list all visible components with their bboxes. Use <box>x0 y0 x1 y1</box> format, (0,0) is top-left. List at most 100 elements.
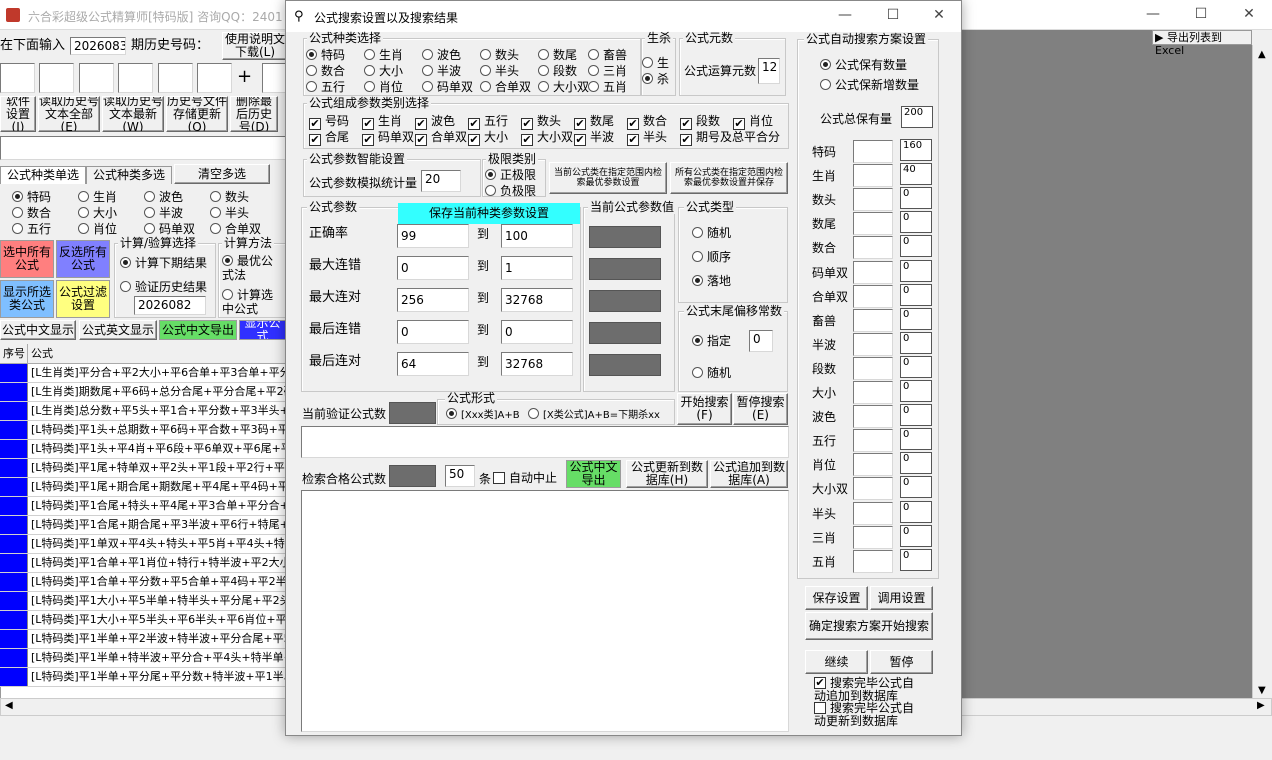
comp-option-checkbox[interactable]: ✔ 段数 <box>680 114 720 130</box>
count-limit-input[interactable]: 50 <box>445 465 475 487</box>
period-input[interactable]: 2026083 <box>70 37 126 55</box>
append-database-button[interactable]: 公式追加到数据库(A) <box>710 460 788 488</box>
dialog-maximize-icon[interactable]: ☐ <box>870 1 916 31</box>
plan-item-value[interactable]: 0 <box>900 428 932 451</box>
tail-fixed-radio[interactable]: 指定 <box>692 334 731 348</box>
plan-item-input[interactable] <box>853 284 893 308</box>
plan-item-value[interactable]: 0 <box>900 355 932 378</box>
param-from-input[interactable]: 0 <box>397 320 469 344</box>
plan-item-input[interactable] <box>853 140 893 163</box>
show-kind-formula-button[interactable]: 显示所选类公式 <box>0 280 54 318</box>
kind-option-radio[interactable]: 数合 <box>306 64 345 78</box>
plan-item-input[interactable] <box>853 429 893 453</box>
type-order-radio[interactable]: 顺序 <box>692 250 731 264</box>
plan-item-value[interactable]: 0 <box>900 380 932 402</box>
kind-radio-bantou[interactable]: 半头 <box>210 206 249 220</box>
plan-item-value[interactable]: 0 <box>900 404 932 427</box>
plan-item-input[interactable] <box>853 308 893 332</box>
kind-option-radio[interactable]: 生肖 <box>364 48 403 62</box>
verify-history-radio[interactable]: 验证历史结果 <box>120 280 207 294</box>
tail-random-radio[interactable]: 随机 <box>692 366 731 380</box>
plan-item-input[interactable] <box>853 332 893 356</box>
plan-item-value[interactable]: 0 <box>900 307 932 330</box>
save-settings-button[interactable]: 保存设置 <box>805 586 868 610</box>
kind-option-radio[interactable]: 半波 <box>422 64 461 78</box>
kind-option-radio[interactable]: 特码 <box>306 48 345 62</box>
table-row[interactable]: 194[L特码类]平1合单+平1肖位+特行+特半波+平2大小+平5 <box>0 554 286 573</box>
plan-item-value[interactable]: 0 <box>900 548 932 571</box>
pause-button[interactable]: 暂停 <box>870 650 933 674</box>
vertical-scrollbar[interactable]: ▲ ▼ <box>1252 45 1272 698</box>
table-row[interactable]: 191[L特码类]平1合尾+特头+平4尾+平3合单+平分合+期合尾 <box>0 497 286 516</box>
plan-item-input[interactable] <box>853 453 893 477</box>
plan-item-input[interactable] <box>853 356 893 380</box>
verify-period-input[interactable]: 2026082 <box>134 296 206 315</box>
kind-option-radio[interactable]: 合单双 <box>480 80 531 94</box>
positive-limit-radio[interactable]: 正极限 <box>485 168 536 182</box>
kind-radio-banbo[interactable]: 半波 <box>144 206 183 220</box>
table-row[interactable]: 190[L特码类]平1尾+期合尾+期数尾+平4尾+平4码+平4码+ <box>0 478 286 497</box>
export-chinese-button[interactable]: 公式中文导出 <box>566 460 621 488</box>
kind-option-radio[interactable]: 段数 <box>538 64 577 78</box>
plan-item-value[interactable]: 40 <box>900 163 932 186</box>
smart-value-input[interactable]: 20 <box>421 170 461 192</box>
plan-item-input[interactable] <box>853 477 893 501</box>
best-formula-radio[interactable]: 最优公式法 <box>222 254 284 282</box>
export-excel-button[interactable]: ▶ 导出列表到Excel <box>1152 30 1252 57</box>
table-row[interactable]: 188[L特码类]平1头+平4肖+平6段+平6单双+平6尾+平6尾+ <box>0 440 286 459</box>
formula-english-display-button[interactable]: 公式英文显示 <box>79 320 157 340</box>
comp-option-checkbox[interactable]: ✔ 波色 <box>415 114 455 130</box>
kind-radio-xiaowei[interactable]: 肖位 <box>78 222 117 236</box>
form-x-radio[interactable]: [X类公式]A+B=下期杀xx <box>528 408 660 423</box>
elem-count-input[interactable]: 12 <box>758 58 780 84</box>
kind-option-radio[interactable]: 五行 <box>306 80 345 94</box>
comp-option-checkbox[interactable]: ✔ 期号及总平合分 <box>680 130 780 146</box>
comp-option-checkbox[interactable]: ✔ 合单双 <box>415 130 467 146</box>
plan-item-value[interactable]: 0 <box>900 476 932 499</box>
formula-filter-button[interactable]: 公式过滤设置 <box>56 280 110 318</box>
kind-option-radio[interactable]: 三肖 <box>588 64 627 78</box>
table-row[interactable]: 196[L特码类]平1大小+平5半单+特半头+平分尾+平2头+平3 <box>0 592 286 611</box>
close-icon[interactable]: ✕ <box>1226 0 1272 30</box>
kind-option-radio[interactable]: 波色 <box>422 48 461 62</box>
history-number-box[interactable] <box>0 63 35 93</box>
comp-option-checkbox[interactable]: ✔ 数尾 <box>574 114 614 130</box>
comp-option-checkbox[interactable]: ✔ 号码 <box>309 114 349 130</box>
type-random-radio[interactable]: 随机 <box>692 226 731 240</box>
kind-radio-shengxiao[interactable]: 生肖 <box>78 190 117 204</box>
param-to-input[interactable]: 32768 <box>501 288 573 312</box>
tab-kind-single[interactable]: 公式种类单选 <box>0 166 86 184</box>
table-row[interactable]: 199[L特码类]平1半单+特半波+平分合+平4头+特半单+平5合 <box>0 649 286 668</box>
kind-option-radio[interactable]: 肖位 <box>364 80 403 94</box>
kind-option-radio[interactable]: 数头 <box>480 48 519 62</box>
scroll-up-icon[interactable]: ▲ <box>1258 49 1266 60</box>
plan-item-value[interactable]: 0 <box>900 187 932 210</box>
table-row[interactable]: 184[L生肖类]平分合+平2大小+平6合单+平3合单+平分尾+平 <box>0 364 286 383</box>
kind-option-radio[interactable]: 大小双 <box>538 80 589 94</box>
param-from-input[interactable]: 0 <box>397 256 469 280</box>
history-number-box[interactable] <box>118 63 153 93</box>
comp-option-checkbox[interactable]: ✔ 五行 <box>468 114 508 130</box>
comp-option-checkbox[interactable]: ✔ 大小双 <box>521 130 573 146</box>
kind-radio-shuhe[interactable]: 数合 <box>12 206 51 220</box>
table-row[interactable]: 193[L特码类]平1单双+平4头+特头+平5肖+平4头+特合+平4 <box>0 535 286 554</box>
dialog-close-icon[interactable]: ✕ <box>916 1 962 31</box>
kind-option-radio[interactable]: 码单双 <box>422 80 473 94</box>
total-keep-value[interactable]: 200 <box>901 106 933 128</box>
scroll-right-icon[interactable]: ▶ <box>1257 700 1265 711</box>
history-number-box[interactable] <box>39 63 74 93</box>
table-row[interactable]: 186[L生肖类]总分数+平5头+平1合+平分数+平3半头+平1半 <box>0 402 286 421</box>
table-row[interactable]: 198[L特码类]平1半单+平2半波+特半波+平分合尾+平5合单+ <box>0 630 286 649</box>
kind-radio-hedanshuang[interactable]: 合单双 <box>210 222 261 236</box>
keep-count-radio[interactable]: 公式保有数量 <box>820 58 907 72</box>
calc-selected-radio[interactable]: 计算选中公式 <box>222 288 284 316</box>
negative-limit-radio[interactable]: 负极限 <box>485 184 536 198</box>
plan-item-input[interactable] <box>853 549 893 573</box>
kind-option-radio[interactable]: 畜兽 <box>588 48 627 62</box>
plan-item-input[interactable] <box>853 381 893 404</box>
form-xxx-radio[interactable]: [Xxx类]A+B <box>446 408 520 423</box>
plan-item-input[interactable] <box>853 501 893 525</box>
plan-item-value[interactable]: 0 <box>900 283 932 306</box>
plan-item-input[interactable] <box>853 236 893 260</box>
formula-chinese-display-button[interactable]: 公式中文显示 <box>0 320 76 340</box>
